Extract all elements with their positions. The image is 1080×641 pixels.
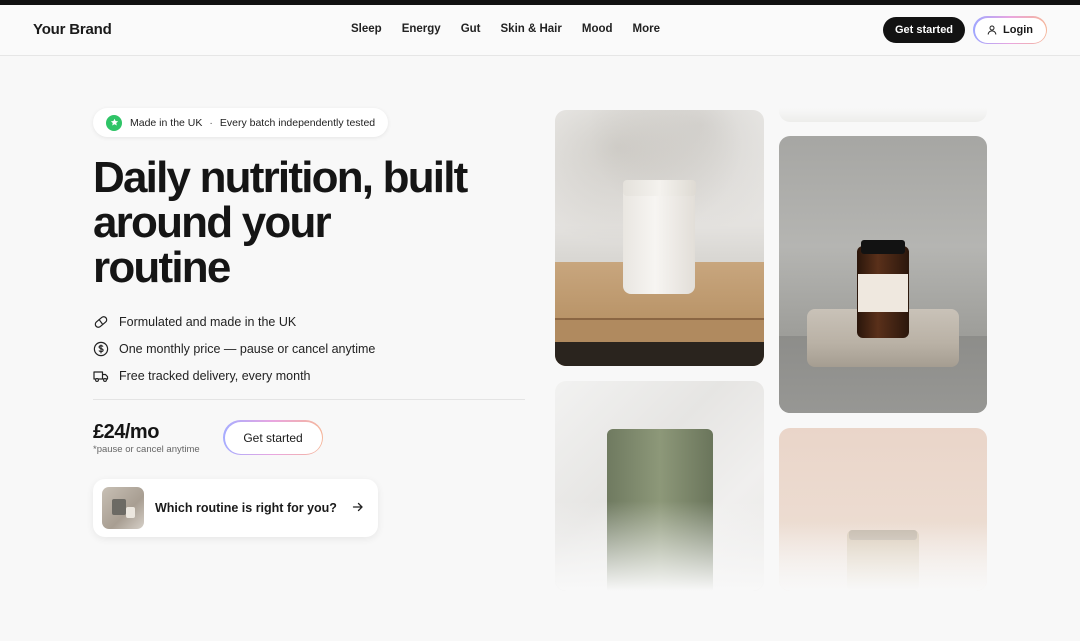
product-image-jar [555,110,764,366]
nav-item-energy[interactable]: Energy [402,23,441,35]
routine-quiz-card[interactable]: Which routine is right for you? [93,479,378,537]
nav-item-gut[interactable]: Gut [461,23,481,35]
feature-text: One monthly price — pause or cancel anyt… [119,341,376,356]
price-note: *pause or cancel anytime [93,444,200,455]
trust-badge: Made in the UK · Every batch independent… [93,108,389,137]
feature-item: One monthly price — pause or cancel anyt… [93,335,375,362]
site-header: Your Brand Sleep Energy Gut Skin & Hair … [0,5,1080,56]
login-label: Login [1003,24,1033,36]
product-image-bottle [779,136,987,413]
login-button[interactable]: Login [973,16,1047,44]
quiz-thumbnail [102,487,144,529]
feature-list: Formulated and made in the UK One monthl… [93,308,375,389]
price: £24/mo [93,421,159,443]
image-tile-top-edge [779,108,987,122]
login-button-inner: Login [974,17,1046,43]
feature-text: Formulated and made in the UK [119,314,297,329]
header-get-started-button[interactable]: Get started [883,17,965,43]
badge-tested: Every batch independently tested [219,116,376,129]
star-icon [106,114,122,131]
nav-item-skin-hair[interactable]: Skin & Hair [501,23,562,35]
pill-icon [94,315,108,328]
nav-item-mood[interactable]: Mood [582,23,613,35]
nav-item-more[interactable]: More [633,23,660,35]
truck-icon [93,370,109,382]
product-image-capsule-jar [779,428,987,591]
hero-headline: Daily nutrition, built around your routi… [93,153,468,292]
main-nav: Sleep Energy Gut Skin & Hair Mood More [351,23,660,35]
user-icon [987,25,997,35]
arrow-right-icon [352,502,363,512]
feature-text: Free tracked delivery, every month [119,368,311,383]
feature-item: Formulated and made in the UK [93,308,375,335]
hero-get-started-button[interactable]: Get started [223,420,323,455]
nav-item-sleep[interactable]: Sleep [351,23,382,35]
hero-get-started-label: Get started [224,421,322,454]
feature-item: Free tracked delivery, every month [93,362,375,389]
quiz-label: Which routine is right for you? [155,501,337,515]
product-image-pouch [555,381,764,591]
dollar-circle-icon [93,341,109,356]
divider [93,399,525,400]
badge-separator: · [209,116,213,129]
badge-made-in-uk: Made in the UK [130,116,203,129]
brand-logo[interactable]: Your Brand [33,21,112,38]
